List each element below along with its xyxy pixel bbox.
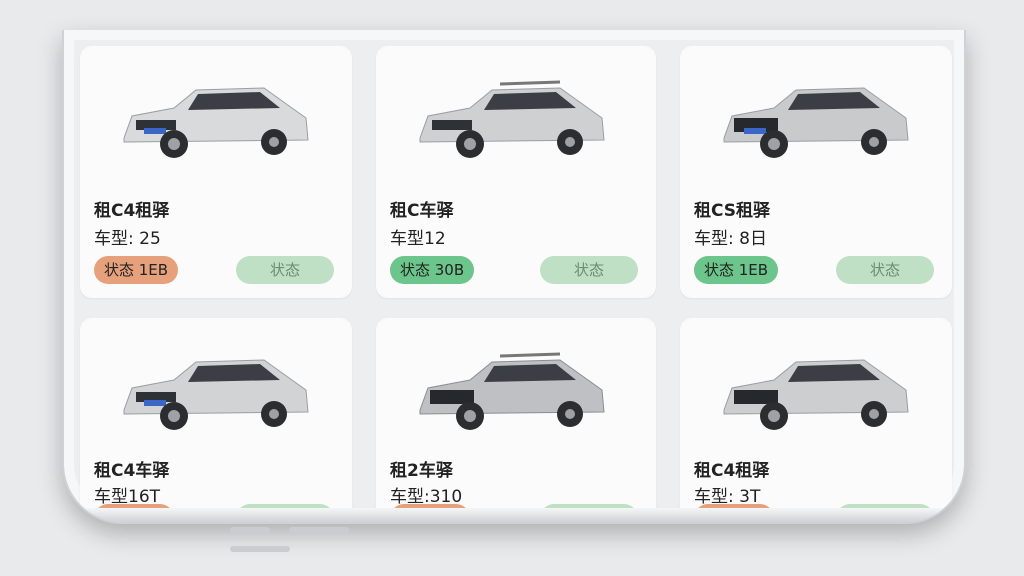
car-name: 租CS租驿 [694, 201, 771, 221]
car-name: 租2车驿 [390, 461, 453, 481]
car-name: 租C4租驿 [94, 201, 170, 221]
car-name: 租C4租驿 [694, 461, 770, 481]
phone-side-buttons [230, 518, 430, 552]
car-card[interactable]: 租C4租驿 车型: 25 状态 1EB 状态 [80, 46, 352, 298]
car-model: 车型12 [390, 229, 446, 249]
status-button[interactable] [836, 504, 934, 518]
status-button[interactable] [236, 504, 334, 518]
status-badge: 状态 1EB [94, 256, 179, 284]
car-image [419, 80, 605, 158]
car-name: 租C4车驿 [94, 461, 170, 481]
status-badge [694, 504, 774, 518]
status-badge [390, 504, 470, 518]
status-button[interactable]: 状态 [540, 256, 638, 284]
power-button [230, 546, 290, 552]
car-image [723, 359, 909, 430]
car-card[interactable]: 租C4租驿 车型: 3T [680, 318, 952, 518]
car-model: 车型: 8日 [694, 229, 767, 249]
volume-button [230, 527, 270, 533]
status-button[interactable]: 状态 [236, 256, 334, 284]
car-image [123, 359, 309, 430]
status-button[interactable] [540, 504, 638, 518]
car-card[interactable]: 租CS租驿 车型: 8日 状态 1EB 状态 [680, 46, 952, 298]
car-image [123, 87, 309, 158]
status-badge: 状态 1EB [694, 256, 779, 284]
car-image [419, 352, 605, 430]
phone-frame: 租C4租驿 车型: 25 状态 1EB 状态 租C车驿 车型12 状态 30B … [62, 30, 966, 524]
car-card[interactable]: 租C4车驿 车型16T [80, 318, 352, 518]
status-badge [94, 504, 174, 518]
volume-button [289, 527, 350, 533]
status-badge: 状态 30B [390, 256, 475, 284]
status-button[interactable]: 状态 [836, 256, 934, 284]
car-card[interactable]: 租C车驿 车型12 状态 30B 状态 [376, 46, 656, 298]
car-image [723, 87, 909, 158]
car-name: 租C车驿 [390, 201, 454, 221]
car-grid: 租C4租驿 车型: 25 状态 1EB 状态 租C车驿 车型12 状态 30B … [80, 46, 952, 518]
car-model: 车型: 25 [94, 229, 161, 249]
car-card[interactable]: 租2车驿 车型:310 [376, 318, 656, 518]
